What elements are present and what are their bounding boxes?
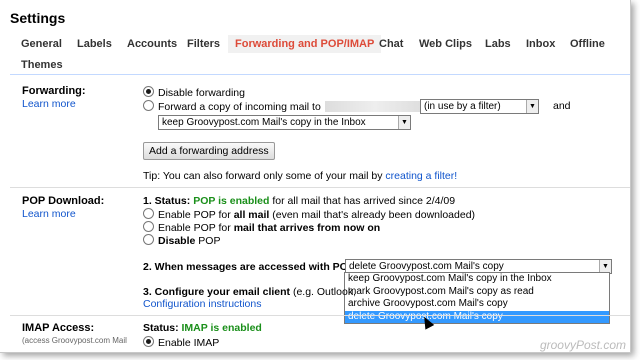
- pop-all-mail-radio[interactable]: [143, 208, 154, 219]
- forwarding-tip: Tip: You can also forward only some of y…: [143, 170, 457, 182]
- tab-offline[interactable]: Offline: [570, 38, 605, 50]
- pop-option-bold: mail that arrives from now on: [233, 222, 381, 234]
- chevron-down-icon: ▼: [526, 100, 538, 113]
- forward-copy-radio[interactable]: [143, 100, 154, 111]
- enable-imap-radio[interactable]: [143, 336, 154, 347]
- tab-labels[interactable]: Labels: [77, 38, 112, 50]
- pop-disable-option[interactable]: Disable POP: [143, 234, 220, 247]
- tip-text: Tip: You can also forward only some of y…: [143, 170, 383, 182]
- dropdown-option-selected[interactable]: delete Groovypost.com Mail's copy: [345, 310, 609, 323]
- watermark: groovyPost.com: [539, 338, 626, 352]
- section-divider: [10, 315, 630, 316]
- pop-all-mail-option[interactable]: Enable POP for all mail (even mail that'…: [143, 208, 475, 221]
- tab-labs[interactable]: Labs: [485, 38, 511, 50]
- tab-accounts[interactable]: Accounts: [127, 38, 177, 50]
- pop-option-suffix: (even mail that's already been downloade…: [272, 209, 476, 221]
- pop-action-value: delete Groovypost.com Mail's copy: [349, 261, 504, 272]
- pop-option-bold: all mail: [233, 209, 270, 221]
- forward-address-select[interactable]: (in use by a filter) ▼: [420, 99, 539, 114]
- forward-action-select[interactable]: keep Groovypost.com Mail's copy in the I…: [158, 115, 411, 130]
- tab-themes[interactable]: Themes: [21, 59, 63, 71]
- settings-window: Settings General Labels Accounts Filters…: [0, 0, 631, 353]
- pop-action-dropdown: keep Groovypost.com Mail's copy in the I…: [344, 272, 610, 324]
- pop-status: 1. Status: POP is enabled for all mail t…: [143, 195, 455, 207]
- and-text: and: [553, 100, 571, 112]
- tab-filters[interactable]: Filters: [187, 38, 220, 50]
- imap-access-label: IMAP Access:: [22, 322, 95, 334]
- tab-chat[interactable]: Chat: [379, 38, 403, 50]
- pop-option-suffix: POP: [198, 235, 221, 247]
- pop-status-label: 1. Status:: [143, 195, 191, 207]
- imap-sub-label: (access Groovypost.com Mail: [22, 336, 127, 345]
- disable-forwarding-radio[interactable]: [143, 86, 154, 97]
- forward-action-value: keep Groovypost.com Mail's copy in the I…: [162, 117, 366, 128]
- imap-status-value: IMAP is enabled: [181, 322, 262, 334]
- pop-option-text: Enable POP for: [158, 222, 231, 234]
- chevron-down-icon: ▼: [398, 116, 410, 129]
- create-filter-link[interactable]: creating a filter!: [385, 170, 457, 182]
- imap-status-label: Status:: [143, 322, 179, 334]
- imap-status: Status: IMAP is enabled: [143, 322, 262, 334]
- redacted-email: [324, 101, 425, 112]
- pop-option-bold: Disable: [158, 235, 196, 247]
- enable-imap-label: Enable IMAP: [158, 337, 220, 349]
- pop-learn-more-link[interactable]: Learn more: [22, 208, 76, 220]
- disable-forwarding-label: Disable forwarding: [158, 87, 245, 99]
- pop-from-now-option[interactable]: Enable POP for mail that arrives from no…: [143, 221, 380, 234]
- pop-disable-radio[interactable]: [143, 234, 154, 245]
- tab-forwarding-pop-imap[interactable]: Forwarding and POP/IMAP: [228, 35, 382, 53]
- page-title: Settings: [10, 10, 66, 26]
- forward-copy-option[interactable]: Forward a copy of incoming mail to: [143, 100, 429, 113]
- pop-option-text: Enable POP for: [158, 209, 231, 221]
- forward-address-value: (in use by a filter): [424, 101, 501, 112]
- dropdown-option[interactable]: keep Groovypost.com Mail's copy in the I…: [345, 273, 609, 286]
- pop-from-now-radio[interactable]: [143, 221, 154, 232]
- enable-imap-option[interactable]: Enable IMAP: [143, 336, 219, 349]
- forwarding-label: Forwarding:: [22, 85, 86, 97]
- dropdown-option[interactable]: archive Groovypost.com Mail's copy: [345, 298, 609, 311]
- configure-client: 3. Configure your email client (e.g. Out…: [143, 286, 356, 298]
- add-forwarding-address-button[interactable]: Add a forwarding address: [143, 142, 275, 160]
- disable-forwarding-option[interactable]: Disable forwarding: [143, 86, 245, 99]
- forwarding-learn-more-link[interactable]: Learn more: [22, 98, 76, 110]
- dropdown-option[interactable]: mark Groovypost.com Mail's copy as read: [345, 286, 609, 299]
- tabs-divider: [10, 74, 630, 75]
- pop-status-value: POP is enabled: [193, 195, 270, 207]
- tab-inbox[interactable]: Inbox: [526, 38, 555, 50]
- forward-copy-label: Forward a copy of incoming mail to: [158, 101, 321, 113]
- tab-general[interactable]: General: [21, 38, 62, 50]
- pop-when-accessed-label: 2. When messages are accessed with POP: [143, 261, 355, 273]
- configure-suffix: (e.g. Outlook,: [292, 286, 356, 298]
- pop-download-label: POP Download:: [22, 195, 105, 207]
- configuration-instructions-link[interactable]: Configuration instructions: [143, 298, 261, 310]
- pop-status-suffix: for all mail that has arrived since 2/4/…: [272, 195, 456, 207]
- section-divider: [10, 187, 630, 188]
- configure-label: 3. Configure your email client: [143, 286, 291, 298]
- tab-web-clips[interactable]: Web Clips: [419, 38, 472, 50]
